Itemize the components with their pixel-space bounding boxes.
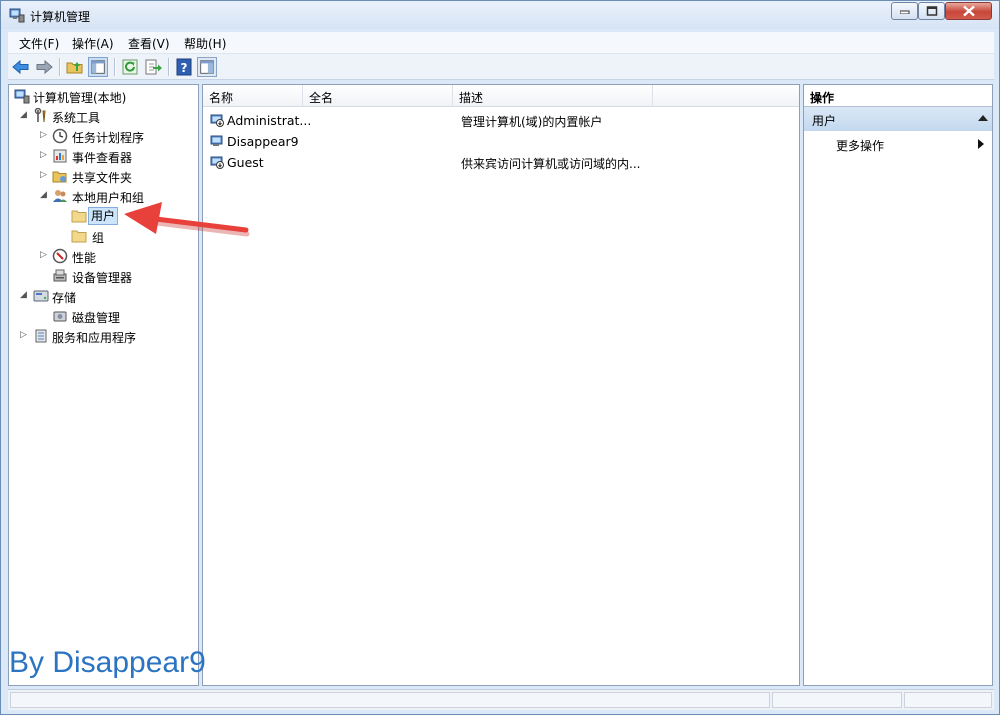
column-header-filler [653, 85, 799, 107]
watermark-text: By Disappear9 [9, 646, 206, 679]
clock-icon [52, 128, 68, 144]
storage-icon [33, 290, 49, 302]
collapse-arrow-icon[interactable]: ◢ [20, 290, 28, 300]
status-bar [8, 689, 994, 710]
computer-management-icon [9, 8, 25, 23]
annotation-arrow-icon [124, 202, 250, 237]
toolbar-separator [114, 58, 116, 76]
back-arrow-icon[interactable] [11, 57, 31, 77]
column-header-name[interactable]: 名称 [203, 85, 303, 107]
up-folder-icon[interactable] [65, 57, 85, 77]
actions-section-users[interactable]: 用户 [804, 107, 992, 131]
folder-icon [71, 230, 87, 243]
table-row[interactable]: Disappear9 [207, 131, 797, 151]
column-header-fullname[interactable]: 全名 [303, 85, 453, 107]
shared-folder-icon [52, 171, 67, 183]
menu-view[interactable]: 查看(V) [128, 35, 170, 52]
user-name: Disappear9 [227, 134, 299, 149]
submenu-arrow-icon[interactable] [978, 139, 984, 149]
tools-icon [34, 108, 46, 123]
show-hide-tree-icon[interactable] [88, 57, 108, 77]
table-row[interactable]: Guest 供来宾访问计算机或访问域的内... [207, 152, 797, 172]
tree-item-label: 任务计划程序 [72, 131, 145, 145]
user-icon [210, 135, 223, 146]
maximize-button[interactable] [918, 2, 945, 20]
tree-item-label: 系统工具 [52, 111, 101, 125]
export-list-icon[interactable] [143, 57, 163, 77]
console-tree: 计算机管理(本地) ◢ 系统工具 ▷ 任务计划程序 ▷ 事件查看器 ▷ 共享文件… [8, 84, 199, 686]
computer-management-icon [14, 89, 30, 104]
tree-item-label: 设备管理器 [72, 271, 133, 285]
window-title: 计算机管理 [30, 10, 91, 24]
tree-item-label: 用户 [88, 207, 119, 225]
performance-icon [52, 248, 68, 264]
collapse-arrow-icon[interactable]: ◢ [40, 190, 48, 200]
refresh-icon[interactable] [120, 57, 140, 77]
status-cell [772, 692, 902, 708]
tree-item-label: 计算机管理(本地) [33, 91, 127, 105]
user-description: 供来宾访问计算机或访问域的内... [461, 157, 641, 171]
toolbar-separator [59, 58, 61, 76]
minimize-icon [899, 10, 909, 14]
tree-item-label: 性能 [72, 251, 97, 265]
title-bar[interactable]: 计算机管理 [1, 1, 999, 29]
status-cell [904, 692, 992, 708]
tree-item-label: 存储 [52, 291, 77, 305]
show-hide-action-pane-icon[interactable] [197, 57, 217, 77]
svg-text:?: ? [181, 61, 188, 75]
collapse-up-icon[interactable] [978, 115, 988, 122]
minimize-button[interactable] [891, 2, 918, 20]
tree-item-label: 磁盘管理 [72, 311, 121, 325]
expand-arrow-icon[interactable]: ▷ [40, 150, 48, 160]
column-header-description[interactable]: 描述 [453, 85, 653, 107]
actions-pane: 操作 用户 更多操作 [803, 84, 993, 686]
actions-header: 操作 [804, 85, 992, 107]
tree-item-label: 组 [92, 231, 105, 245]
more-actions-item[interactable]: 更多操作 [836, 137, 884, 154]
menu-file[interactable]: 文件(F) [19, 35, 59, 52]
expand-arrow-icon[interactable]: ▷ [20, 330, 28, 340]
services-icon [35, 329, 47, 343]
close-icon [962, 5, 975, 17]
computer-management-window: 计算机管理 文件(F) 操作(A) 查看(V) 帮助(H) ? 计算机管理(本地… [0, 0, 1000, 715]
event-viewer-icon [53, 149, 67, 163]
tree-item-label: 事件查看器 [72, 151, 133, 165]
folder-icon [71, 210, 87, 223]
forward-arrow-icon[interactable] [34, 57, 54, 77]
expand-arrow-icon[interactable]: ▷ [40, 130, 48, 140]
expand-arrow-icon[interactable]: ▷ [40, 250, 48, 260]
status-cell [10, 692, 770, 708]
tree-item-label: 服务和应用程序 [52, 331, 137, 345]
tree-item-label: 共享文件夹 [72, 171, 133, 185]
user-description: 管理计算机(域)的内置帐户 [461, 115, 603, 129]
disk-icon [53, 311, 67, 322]
table-row[interactable]: Administrat... 管理计算机(域)的内置帐户 [207, 110, 797, 130]
expand-arrow-icon[interactable]: ▷ [40, 170, 48, 180]
menu-help[interactable]: 帮助(H) [184, 35, 226, 52]
collapse-arrow-icon[interactable]: ◢ [20, 110, 28, 120]
device-manager-icon [53, 269, 67, 282]
toolbar: ? [8, 54, 994, 80]
user-icon [210, 114, 224, 127]
menu-action[interactable]: 操作(A) [72, 35, 114, 52]
maximize-icon [926, 6, 937, 16]
menu-bar: 文件(F) 操作(A) 查看(V) 帮助(H) [8, 32, 994, 54]
toolbar-separator [168, 58, 170, 76]
user-name: Administrat... [227, 113, 312, 128]
users-group-icon [53, 190, 67, 202]
user-icon [210, 156, 224, 169]
help-icon[interactable]: ? [174, 57, 194, 77]
close-button[interactable] [945, 2, 992, 20]
user-name: Guest [227, 155, 264, 170]
user-list: 名称 全名 描述 Administrat... 管理计算机(域)的内置帐户 Di… [202, 84, 800, 686]
